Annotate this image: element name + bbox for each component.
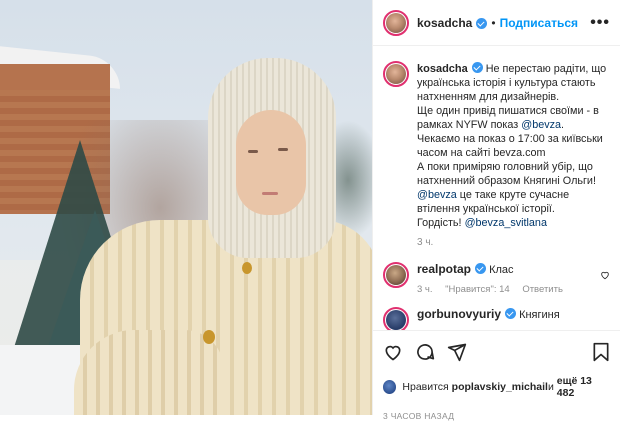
bookmark-icon[interactable] xyxy=(592,342,610,362)
comments-feed[interactable]: kosadcha Не перестаю радіти, що українсь… xyxy=(373,47,620,330)
post-photo[interactable] xyxy=(0,0,372,415)
likes-middle: и xyxy=(547,381,554,393)
likes-count[interactable]: ещё 13 482 xyxy=(557,375,610,399)
photo-coat-button xyxy=(203,330,215,344)
author-username[interactable]: kosadcha xyxy=(417,16,472,30)
commenter-username[interactable]: gorbunovyuriy xyxy=(417,307,501,321)
photo-coat-button xyxy=(242,262,252,274)
verified-icon xyxy=(505,308,517,319)
comment-item: gorbunovyuriy Княгиня xyxy=(373,295,620,330)
photo-arm xyxy=(74,330,224,415)
caption-text: kosadcha Не перестаю радіти, що українсь… xyxy=(417,62,607,229)
author-avatar[interactable] xyxy=(383,9,409,36)
comment-text: Княгиня xyxy=(519,309,560,321)
follow-button[interactable]: Подписаться xyxy=(500,16,578,30)
photo-eye xyxy=(248,150,258,153)
photo-mouth xyxy=(262,192,278,195)
mention-link[interactable]: @bevza xyxy=(417,189,457,201)
comment-item: realpotap Клас 3 ч. "Нравится": 14 Ответ… xyxy=(373,250,620,295)
more-icon[interactable]: ••• xyxy=(590,14,610,32)
caption-username[interactable]: kosadcha xyxy=(417,63,468,75)
commenter-avatar[interactable] xyxy=(383,262,409,288)
verified-icon xyxy=(476,18,488,29)
mention-link[interactable]: @bevza_svitlana xyxy=(465,217,547,229)
commenter-avatar[interactable] xyxy=(383,307,409,330)
verified-icon xyxy=(471,62,483,73)
likes-prefix: Нравится xyxy=(402,381,449,393)
liker-avatar[interactable] xyxy=(383,380,397,394)
comment-likes[interactable]: "Нравится": 14 xyxy=(445,284,510,295)
action-icons xyxy=(383,339,610,365)
post-side-panel: kosadcha • Подписаться ••• kosadcha Не п… xyxy=(372,0,620,421)
commenter-username[interactable]: realpotap xyxy=(417,262,471,276)
comment-time: 3 ч. xyxy=(417,284,433,295)
photo-eye xyxy=(278,148,288,151)
post-header: kosadcha • Подписаться ••• xyxy=(373,0,620,46)
likes-summary: Нравится poplavskiy_michail и ещё 13 482 xyxy=(383,375,610,399)
share-icon[interactable] xyxy=(447,342,467,362)
separator-dot: • xyxy=(491,15,496,30)
verified-icon xyxy=(475,263,487,274)
photo-face xyxy=(236,110,306,215)
post-viewer: kosadcha • Подписаться ••• kosadcha Не п… xyxy=(0,0,620,421)
author-avatar[interactable] xyxy=(383,61,409,87)
mention-link[interactable]: @bevza xyxy=(521,119,561,131)
caption: kosadcha Не перестаю радіти, що українсь… xyxy=(373,47,620,250)
caption-time: 3 ч. xyxy=(417,237,434,248)
reply-button[interactable]: Ответить xyxy=(522,284,563,295)
liker-username[interactable]: poplavskiy_michail xyxy=(452,381,548,393)
heart-icon[interactable] xyxy=(383,342,403,362)
comment-meta: 3 ч. "Нравится": 14 Ответить xyxy=(417,284,600,295)
post-actions: Нравится poplavskiy_michail и ещё 13 482… xyxy=(373,330,620,421)
post-timestamp: 3 ЧАСОВ НАЗАД xyxy=(383,411,455,421)
heart-icon[interactable] xyxy=(600,270,610,280)
comment-icon[interactable] xyxy=(415,342,435,362)
comment-text: Клас xyxy=(489,264,514,276)
